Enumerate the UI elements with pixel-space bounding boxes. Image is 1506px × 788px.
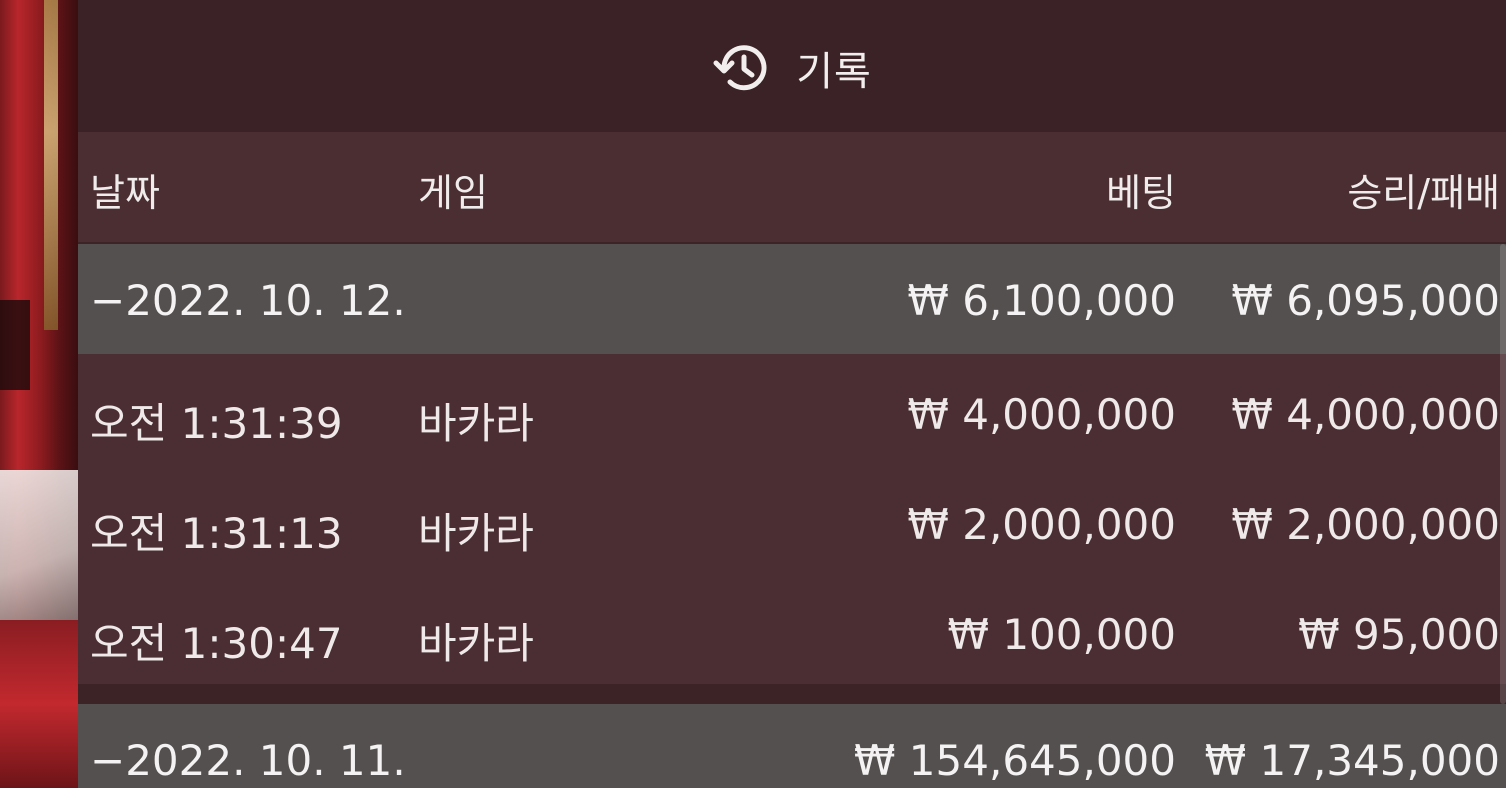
table-row[interactable]: 오전 1:30:47 바카라 ₩ 100,000 ₩ 95,000 (78, 574, 1506, 684)
backdrop-rim (0, 620, 78, 788)
date-group-header[interactable]: −2022. 10. 12. ₩ 6,100,000 ₩ 6,095,000 (78, 244, 1506, 354)
group-total-result: ₩ 6,095,000 (1231, 276, 1500, 325)
row-bet: ₩ 4,000,000 (907, 390, 1176, 439)
casino-backdrop (0, 0, 78, 788)
backdrop-cloth (0, 470, 78, 620)
row-game: 바카라 (418, 399, 534, 448)
row-bet: ₩ 2,000,000 (907, 500, 1176, 549)
table-row[interactable]: 오전 1:31:13 바카라 ₩ 2,000,000 ₩ 2,000,000 (78, 464, 1506, 574)
column-header-bet[interactable]: 베팅 (1106, 162, 1176, 217)
history-icon (712, 37, 774, 99)
backdrop-shadow (0, 300, 30, 390)
page-title: 기록 (796, 49, 872, 95)
group-total-bet: ₩ 154,645,000 (853, 736, 1176, 785)
column-header-date[interactable]: 날짜 (90, 162, 160, 217)
group-total-bet: ₩ 6,100,000 (907, 276, 1176, 325)
column-header-result[interactable]: 승리/패배 (1347, 162, 1500, 217)
date-group-header[interactable]: −2022. 10. 11. ₩ 154,645,000 ₩ 17,345,00… (78, 704, 1506, 788)
row-result: ₩ 4,000,000 (1231, 390, 1500, 439)
history-screen: 기록 날짜 게임 베팅 승리/패배 −2022. 10. 12. ₩ 6,100… (0, 0, 1506, 788)
scrollbar[interactable] (1500, 244, 1506, 704)
row-time: 오전 1:31:39 (90, 399, 343, 448)
row-bet: ₩ 100,000 (947, 610, 1176, 659)
group-date: −2022. 10. 12. (90, 276, 406, 325)
row-game: 바카라 (418, 619, 534, 668)
history-panel: 기록 날짜 게임 베팅 승리/패배 −2022. 10. 12. ₩ 6,100… (78, 0, 1506, 788)
row-game: 바카라 (418, 509, 534, 558)
group-date: −2022. 10. 11. (90, 736, 406, 785)
row-time: 오전 1:31:13 (90, 509, 343, 558)
row-time: 오전 1:30:47 (90, 619, 343, 668)
table-row[interactable]: 오전 1:31:39 바카라 ₩ 4,000,000 ₩ 4,000,000 (78, 354, 1506, 464)
group-total-result: ₩ 17,345,000 (1204, 736, 1500, 785)
panel-header: 기록 (78, 0, 1506, 132)
row-result: ₩ 95,000 (1298, 610, 1500, 659)
header-title-group: 기록 (78, 38, 1506, 98)
row-result: ₩ 2,000,000 (1231, 500, 1500, 549)
backdrop-gold-trim (44, 0, 58, 330)
column-header-game[interactable]: 게임 (418, 162, 488, 217)
table-header: 날짜 게임 베팅 승리/패배 (78, 132, 1506, 242)
